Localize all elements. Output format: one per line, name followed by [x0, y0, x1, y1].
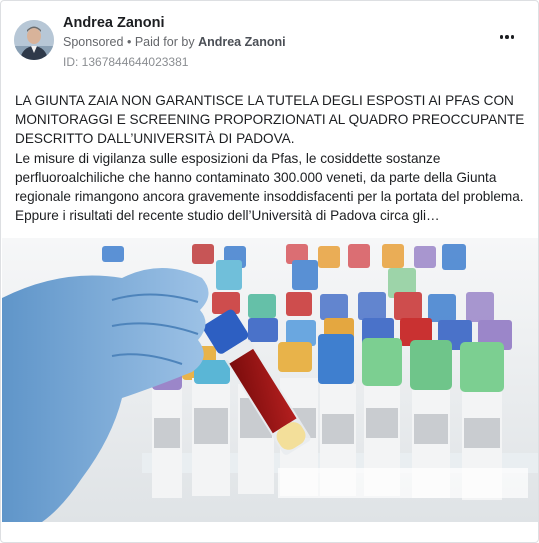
paid-for-prefix: Paid for by [134, 35, 195, 49]
post-image[interactable] [2, 238, 538, 522]
author-avatar[interactable] [14, 20, 54, 60]
author-name[interactable]: Andrea Zanoni [63, 15, 165, 31]
sponsored-label: Sponsored [63, 35, 124, 49]
separator-dot: • [126, 35, 135, 49]
post-headline: LA GIUNTA ZAIA NON GARANTISCE LA TUTELA … [15, 93, 525, 147]
more-horizontal-icon[interactable] [497, 31, 517, 43]
paid-for-name[interactable]: Andrea Zanoni [198, 35, 286, 49]
post-text: LA GIUNTA ZAIA NON GARANTISCE LA TUTELA … [15, 91, 531, 225]
sponsored-line: Sponsored • Paid for by Andrea Zanoni [63, 35, 286, 49]
post-body: Le misure di vigilanza sulle esposizioni… [15, 150, 524, 224]
sponsored-post-card: Andrea Zanoni Sponsored • Paid for by An… [0, 0, 539, 543]
ad-id: ID: 1367844644023381 [63, 55, 189, 69]
